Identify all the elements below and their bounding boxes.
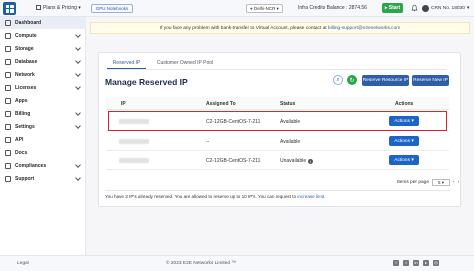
sidebar-item-apps[interactable]: Apps bbox=[0, 95, 86, 107]
instagram-icon[interactable]: ◎ bbox=[433, 260, 439, 266]
search-button[interactable]: ⌕ bbox=[333, 75, 343, 85]
chevron-down-icon bbox=[75, 175, 81, 181]
sidebar-item-licenses[interactable]: Licenses bbox=[0, 82, 86, 94]
tab-reserved-ip[interactable]: Reserved IP bbox=[107, 57, 146, 69]
e2e-logo[interactable] bbox=[3, 2, 16, 15]
redacted-ip bbox=[119, 158, 149, 163]
licenses-icon bbox=[5, 85, 11, 91]
facebook-icon[interactable]: f bbox=[393, 260, 399, 266]
table-row: C2-12GB-CentOS-7-211 Unavailable i Action… bbox=[106, 151, 449, 170]
docs-icon bbox=[5, 150, 11, 156]
sidebar-item-compute[interactable]: Compute bbox=[0, 30, 86, 42]
column-header-status: Status bbox=[280, 101, 296, 107]
grid-icon bbox=[36, 5, 41, 10]
row-highlight-box bbox=[108, 111, 447, 131]
redacted-ip bbox=[119, 139, 149, 144]
caret-down-icon: ▾ bbox=[411, 157, 414, 163]
items-per-page-select[interactable]: 5 ▾ bbox=[432, 179, 450, 186]
assigned-to-cell: -- bbox=[206, 139, 210, 145]
support-icon bbox=[5, 176, 11, 182]
column-header-ip: IP bbox=[121, 101, 126, 107]
reserve-resource-ip-button[interactable]: Reserve Resource IP bbox=[362, 75, 409, 86]
caret-down-icon: ▾ bbox=[411, 138, 414, 144]
notice-banner: If you face any problem with bank-transf… bbox=[90, 22, 470, 34]
sidebar: Dashboard Compute Storage Database Netwo… bbox=[0, 17, 86, 255]
sidebar-item-api[interactable]: API bbox=[0, 134, 86, 146]
chevron-down-icon bbox=[75, 32, 81, 38]
linkedin-icon[interactable]: in bbox=[413, 260, 419, 266]
avatar bbox=[422, 5, 429, 12]
chevron-down-icon bbox=[75, 110, 81, 116]
next-page-icon[interactable]: › bbox=[458, 180, 460, 185]
youtube-icon[interactable]: ▸ bbox=[423, 260, 429, 266]
credits-balance: Infra Credits Balance : 2874.56 bbox=[298, 5, 367, 11]
assigned-to-cell: C2-12GB-CentOS-7-211 bbox=[206, 158, 261, 164]
copyright-text: © 2023 E2E Networks Limited ™ bbox=[166, 261, 237, 266]
actions-dropdown-button[interactable]: Actions ▾ bbox=[389, 136, 419, 146]
billing-icon bbox=[5, 111, 11, 117]
bell-icon[interactable] bbox=[411, 4, 418, 12]
status-cell: Unavailable i bbox=[280, 158, 314, 164]
location-icon: ⌖ bbox=[250, 6, 253, 11]
table-row: -- Available Actions ▾ bbox=[106, 132, 449, 151]
apps-icon bbox=[5, 98, 11, 104]
database-icon bbox=[5, 59, 11, 65]
status-cell: Available bbox=[280, 139, 301, 145]
sidebar-item-dashboard[interactable]: Dashboard bbox=[0, 17, 86, 29]
page-title: Manage Reserved IP bbox=[105, 77, 188, 87]
prev-page-icon[interactable]: ‹ bbox=[453, 180, 455, 185]
api-icon bbox=[5, 137, 11, 143]
sidebar-item-docs[interactable]: Docs bbox=[0, 147, 86, 159]
sidebar-item-compliances[interactable]: Compliances bbox=[0, 160, 86, 172]
settings-icon bbox=[5, 124, 11, 130]
chevron-down-icon bbox=[75, 71, 81, 77]
footer: Legal © 2023 E2E Networks Limited ™ f t … bbox=[0, 255, 474, 271]
sidebar-item-support[interactable]: Support bbox=[0, 173, 86, 185]
compute-icon bbox=[5, 33, 11, 39]
network-icon bbox=[5, 72, 11, 78]
actions-dropdown-button[interactable]: Actions ▾ bbox=[389, 155, 419, 165]
chevron-down-icon bbox=[75, 58, 81, 64]
chevron-down-icon bbox=[75, 84, 81, 90]
plans-pricing-link[interactable]: Plans & Pricing ▾ bbox=[36, 5, 81, 11]
sidebar-item-database[interactable]: Database bbox=[0, 56, 86, 68]
chevron-down-icon bbox=[75, 45, 81, 51]
divider bbox=[105, 190, 450, 191]
refresh-icon: ↻ bbox=[349, 77, 355, 84]
chevron-down-icon bbox=[75, 123, 81, 129]
tab-divider bbox=[107, 69, 447, 70]
table-header: IP Assigned To Status Actions bbox=[106, 97, 449, 110]
twitter-icon[interactable]: t bbox=[403, 260, 409, 266]
top-bar: Plans & Pricing ▾ GPU Notebooks ⌖ Delhi-… bbox=[0, 0, 474, 17]
column-header-actions: Actions bbox=[395, 101, 414, 107]
legal-link[interactable]: Legal bbox=[17, 261, 29, 266]
gpu-notebooks-button[interactable]: GPU Notebooks bbox=[91, 4, 133, 13]
search-icon: ⌕ bbox=[336, 76, 340, 83]
column-header-assigned-to: Assigned To bbox=[206, 101, 236, 107]
compliances-icon bbox=[5, 163, 11, 169]
sidebar-item-settings[interactable]: Settings bbox=[0, 121, 86, 133]
region-select[interactable]: ⌖ Delhi-NCR ▾ bbox=[246, 4, 283, 13]
dashboard-icon bbox=[5, 20, 11, 26]
start-button[interactable]: ▸ Start bbox=[382, 3, 403, 13]
refresh-button[interactable]: ↻ bbox=[347, 75, 357, 85]
sidebar-item-network[interactable]: Network bbox=[0, 69, 86, 81]
pagination: Items per page 5 ▾ ‹ › bbox=[397, 179, 460, 186]
increase-limit-link[interactable]: increase limit. bbox=[297, 194, 325, 199]
reservation-limit-note: You have 3 IP's already reserved. You ar… bbox=[105, 194, 326, 199]
account-menu[interactable]: CRN No. 18030 ▾ bbox=[422, 4, 470, 13]
social-links: f t in ▸ ◎ bbox=[393, 260, 439, 266]
support-email-link[interactable]: billing-support@e2enetworks.com bbox=[328, 26, 400, 31]
sidebar-item-storage[interactable]: Storage bbox=[0, 43, 86, 55]
tab-customer-owned-ip-pool[interactable]: Customer Owned IP Pool bbox=[152, 57, 218, 69]
sidebar-item-billing[interactable]: Billing bbox=[0, 108, 86, 120]
reserve-new-ip-button[interactable]: Reserve New IP bbox=[412, 75, 449, 86]
chevron-down-icon bbox=[75, 162, 81, 168]
storage-icon bbox=[5, 46, 11, 52]
info-icon[interactable]: i bbox=[308, 158, 314, 164]
